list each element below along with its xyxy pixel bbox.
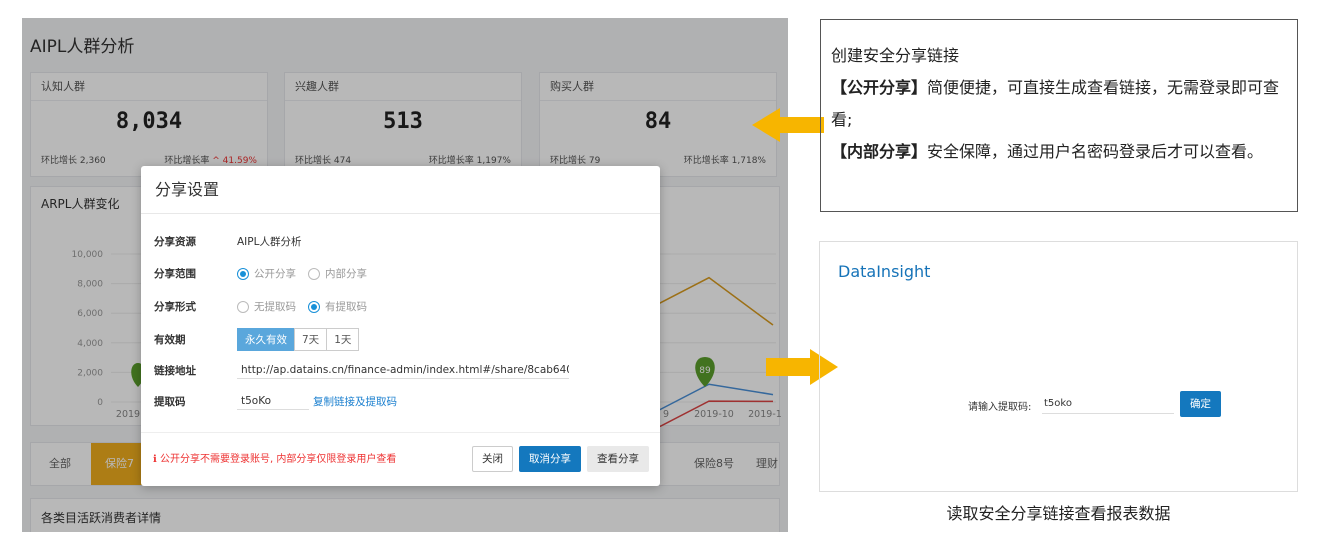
code-label: 提取码 — [154, 396, 186, 408]
share-explanation-note: 创建安全分享链接 【公开分享】简便便捷，可直接生成查看链接，无需登录即可查看; … — [820, 19, 1298, 212]
note-internal: 【内部分享】安全保障，通过用户名密码登录后才可以查看。 — [831, 136, 1287, 168]
access-caption: 读取安全分享链接查看报表数据 — [946, 504, 1171, 523]
radio-label: 无提取码 — [254, 301, 296, 313]
form-nocode-radio[interactable]: 无提取码 — [237, 299, 296, 314]
radio-label: 有提取码 — [325, 301, 367, 313]
radio-checked-icon — [308, 300, 320, 313]
share-settings-dialog: 分享设置 分享资源 AIPL人群分析 分享范围 公开分享 内部分享 分享形式 无… — [141, 166, 660, 486]
form-label: 分享形式 — [154, 301, 196, 313]
validity-7d-button[interactable]: 7天 — [294, 328, 328, 351]
share-warning: ℹ 公开分享不需要登录账号, 内部分享仅限登录用户查看 — [153, 450, 396, 465]
share-url-field[interactable]: http://ap.datains.cn/finance-admin/index… — [237, 362, 569, 379]
radio-checked-icon — [237, 267, 249, 280]
validity-label: 有效期 — [154, 334, 186, 346]
internal-tag: 【内部分享】 — [831, 142, 928, 161]
scope-public-radio[interactable]: 公开分享 — [237, 266, 296, 281]
source-label: 分享资源 — [154, 236, 196, 248]
note-heading: 创建安全分享链接 — [831, 46, 960, 65]
confirm-button[interactable]: 确定 — [1180, 391, 1221, 417]
note-public: 【公开分享】简便便捷，可直接生成查看链接，无需登录即可查看; — [831, 72, 1287, 136]
brand-logo: DataInsight — [838, 262, 931, 281]
code-input-label: 请输入提取码: — [968, 402, 1032, 413]
url-label: 链接地址 — [154, 365, 196, 377]
arrow-left-icon — [752, 108, 824, 142]
validity-1d-button[interactable]: 1天 — [326, 328, 360, 351]
source-value: AIPL人群分析 — [237, 236, 302, 248]
close-button[interactable]: 关闭 — [472, 446, 513, 472]
extraction-code-field[interactable]: t5oKo — [237, 393, 309, 410]
view-share-button[interactable]: 查看分享 — [587, 446, 649, 472]
warning-text: 公开分享不需要登录账号, 内部分享仅限登录用户查看 — [160, 454, 397, 465]
radio-label: 内部分享 — [325, 268, 367, 280]
internal-text: 安全保障，通过用户名密码登录后才可以查看。 — [927, 142, 1264, 161]
copy-link-button[interactable]: 复制链接及提取码 — [313, 394, 397, 409]
code-input[interactable]: t5oko — [1042, 392, 1174, 414]
scope-label: 分享范围 — [154, 268, 196, 280]
scope-internal-radio[interactable]: 内部分享 — [308, 266, 367, 281]
radio-label: 公开分享 — [254, 268, 296, 280]
validity-forever-button[interactable]: 永久有效 — [237, 328, 295, 351]
public-tag: 【公开分享】 — [831, 78, 928, 97]
cancel-share-button[interactable]: 取消分享 — [519, 446, 581, 472]
form-code-radio[interactable]: 有提取码 — [308, 299, 367, 314]
info-icon: ℹ — [153, 454, 157, 465]
radio-empty-icon — [237, 300, 249, 313]
dialog-title: 分享设置 — [141, 166, 660, 214]
dialog-footer-divider — [141, 432, 660, 433]
share-access-page: DataInsight 请输入提取码: t5oko 确定 — [819, 241, 1298, 492]
radio-empty-icon — [308, 267, 320, 280]
